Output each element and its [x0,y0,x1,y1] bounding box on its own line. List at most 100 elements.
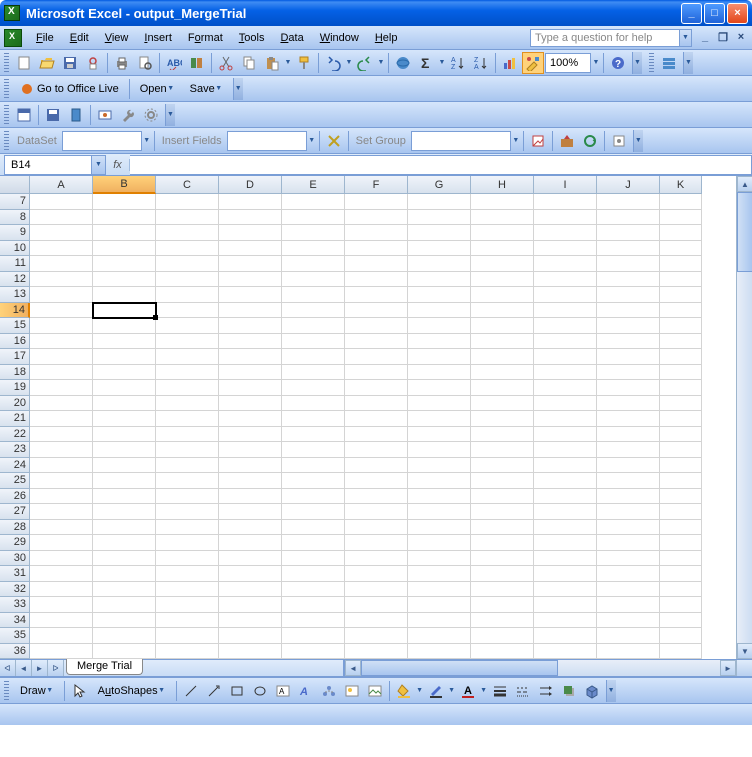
cell-C34[interactable] [156,613,219,629]
toolbar-grip-2[interactable] [649,53,654,73]
custom-icon-1[interactable] [13,104,35,126]
cell-I29[interactable] [534,535,597,551]
cell-K24[interactable] [660,458,702,474]
custom-icon-3[interactable] [65,104,87,126]
cell-D12[interactable] [219,272,282,288]
cell-E7[interactable] [282,194,345,210]
cell-K15[interactable] [660,318,702,334]
permission-icon[interactable] [82,52,104,74]
cell-C33[interactable] [156,597,219,613]
autosum-icon[interactable]: Σ [415,52,437,74]
cell-A7[interactable] [30,194,93,210]
cell-H9[interactable] [471,225,534,241]
cell-K36[interactable] [660,644,702,660]
cell-I13[interactable] [534,287,597,303]
cell-A25[interactable] [30,473,93,489]
cell-D28[interactable] [219,520,282,536]
cell-H28[interactable] [471,520,534,536]
clipart-icon[interactable] [341,680,363,702]
cell-I20[interactable] [534,396,597,412]
cell-G13[interactable] [408,287,471,303]
cell-D25[interactable] [219,473,282,489]
cell-E18[interactable] [282,365,345,381]
custom-gear-icon[interactable] [140,104,162,126]
cell-D15[interactable] [219,318,282,334]
row-header-18[interactable]: 18 [0,365,30,381]
row-header-13[interactable]: 13 [0,287,30,303]
dataset-icon-5[interactable] [608,130,630,152]
cell-B36[interactable] [93,644,156,660]
cell-C19[interactable] [156,380,219,396]
cell-F10[interactable] [345,241,408,257]
cell-H32[interactable] [471,582,534,598]
cell-B33[interactable] [93,597,156,613]
cell-A9[interactable] [30,225,93,241]
row-header-26[interactable]: 26 [0,489,30,505]
column-header-K[interactable]: K [660,176,702,194]
tab-nav-next[interactable]: ► [32,660,48,676]
save-icon[interactable] [59,52,81,74]
cell-I33[interactable] [534,597,597,613]
cell-D19[interactable] [219,380,282,396]
cell-I22[interactable] [534,427,597,443]
cell-I14[interactable] [534,303,597,319]
row-header-12[interactable]: 12 [0,272,30,288]
cell-H26[interactable] [471,489,534,505]
cell-G27[interactable] [408,504,471,520]
doc-minimize[interactable]: _ [698,31,712,44]
cell-D16[interactable] [219,334,282,350]
cell-C26[interactable] [156,489,219,505]
cell-F23[interactable] [345,442,408,458]
cell-H22[interactable] [471,427,534,443]
autosum-dropdown[interactable]: ▼ [438,59,446,66]
cell-J24[interactable] [597,458,660,474]
cell-F21[interactable] [345,411,408,427]
cell-B18[interactable] [93,365,156,381]
cell-C24[interactable] [156,458,219,474]
draw-menu-button[interactable]: Draw▼ [13,680,61,702]
cell-H36[interactable] [471,644,534,660]
scroll-right-button[interactable]: ► [720,660,736,676]
cell-E8[interactable] [282,210,345,226]
cell-D8[interactable] [219,210,282,226]
cell-I19[interactable] [534,380,597,396]
custom-wrench-icon[interactable] [117,104,139,126]
cell-E28[interactable] [282,520,345,536]
cell-G15[interactable] [408,318,471,334]
extra-toolbar-icon[interactable] [658,52,680,74]
cell-A10[interactable] [30,241,93,257]
line-style-icon[interactable] [489,680,511,702]
cell-H7[interactable] [471,194,534,210]
dataset-combo[interactable] [62,131,142,151]
cell-K26[interactable] [660,489,702,505]
cell-H21[interactable] [471,411,534,427]
vertical-scrollbar[interactable]: ▲ ▼ [736,176,752,659]
cell-A16[interactable] [30,334,93,350]
row-header-19[interactable]: 19 [0,380,30,396]
cell-E34[interactable] [282,613,345,629]
cell-C20[interactable] [156,396,219,412]
formula-input[interactable] [130,155,752,175]
cell-H35[interactable] [471,628,534,644]
cell-G28[interactable] [408,520,471,536]
cell-G10[interactable] [408,241,471,257]
diagram-icon[interactable] [318,680,340,702]
cell-G16[interactable] [408,334,471,350]
row-header-14[interactable]: 14 [0,303,30,319]
cell-B30[interactable] [93,551,156,567]
font-color-dropdown[interactable]: ▼ [480,687,488,694]
cell-E31[interactable] [282,566,345,582]
cell-A32[interactable] [30,582,93,598]
cell-E19[interactable] [282,380,345,396]
cell-E33[interactable] [282,597,345,613]
cell-H24[interactable] [471,458,534,474]
cell-G23[interactable] [408,442,471,458]
cell-D33[interactable] [219,597,282,613]
cell-H31[interactable] [471,566,534,582]
cell-J27[interactable] [597,504,660,520]
toolbar-grip-draw[interactable] [4,681,9,701]
cell-I7[interactable] [534,194,597,210]
column-header-A[interactable]: A [30,176,93,194]
cell-J25[interactable] [597,473,660,489]
cell-A31[interactable] [30,566,93,582]
